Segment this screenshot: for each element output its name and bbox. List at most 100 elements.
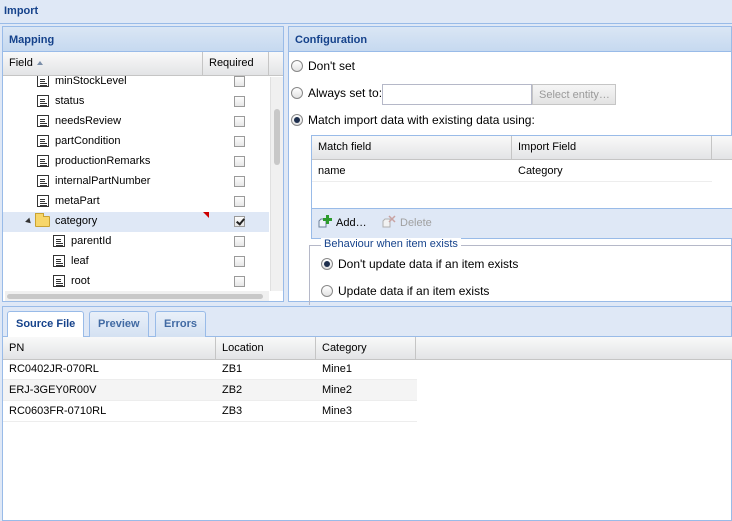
tree-row-label: productionRemarks: [55, 155, 151, 167]
import-field-cell: Category: [518, 165, 563, 177]
table-row[interactable]: RC0603FR-0710RL ZB3 Mine3: [3, 401, 417, 422]
tree-row-label: parentId: [71, 235, 112, 247]
tree-row-label: metaPart: [55, 195, 100, 207]
field-icon: [37, 135, 49, 147]
scrollbar-thumb[interactable]: [7, 294, 263, 299]
field-column-header[interactable]: Field: [3, 52, 203, 75]
folder-icon: [35, 213, 50, 227]
required-checkbox[interactable]: [234, 96, 245, 107]
field-column-label: Field: [9, 57, 33, 69]
table-row[interactable]: name Category: [312, 160, 712, 182]
location-column-header[interactable]: Location: [216, 337, 316, 359]
mapping-vertical-scrollbar[interactable]: [270, 77, 283, 291]
field-icon: [37, 175, 49, 187]
field-icon: [37, 76, 49, 87]
match-field-cell: name: [318, 165, 346, 177]
required-checkbox[interactable]: [234, 116, 245, 127]
source-panel: Source File Preview Errors PN Location C…: [2, 306, 732, 521]
sort-ascending-icon: [36, 61, 43, 66]
match-grid-header: Match field Import Field: [312, 136, 732, 160]
modified-flag-icon: [203, 212, 209, 218]
tree-row-label: category: [55, 215, 98, 227]
pn-cell: RC0402JR-070RL: [9, 363, 99, 375]
tree-row[interactable]: parentId: [3, 232, 269, 252]
field-icon: [53, 235, 65, 247]
required-checkbox[interactable]: [234, 156, 245, 167]
table-row[interactable]: RC0402JR-070RL ZB1 Mine1: [3, 359, 417, 380]
pn-cell: ERJ-3GEY0R00V: [9, 384, 97, 396]
expand-toggle-icon[interactable]: [25, 217, 33, 226]
always-set-radio[interactable]: [291, 87, 303, 99]
tree-folder-row[interactable]: category: [3, 212, 269, 232]
mapping-panel-title: Mapping: [3, 27, 283, 52]
tree-row[interactable]: leaf: [3, 252, 269, 272]
mapping-horizontal-scrollbar[interactable]: [5, 291, 269, 301]
tab-preview[interactable]: Preview: [89, 311, 149, 337]
dont-update-radio[interactable]: [321, 258, 333, 270]
required-checkbox[interactable]: [234, 136, 245, 147]
tree-row[interactable]: needsReview: [3, 112, 269, 132]
select-entity-button[interactable]: Select entity…: [532, 84, 616, 105]
tree-row-label: internalPartNumber: [55, 175, 151, 187]
source-grid-header: PN Location Category: [3, 337, 732, 360]
mapping-grid-header: Field Required: [3, 52, 283, 76]
window-title: Import: [0, 0, 732, 24]
required-checkbox[interactable]: [234, 196, 245, 207]
import-field-column-header[interactable]: Import Field: [512, 136, 712, 159]
delete-button[interactable]: Delete: [400, 217, 432, 229]
configuration-panel: Configuration Don't set Always set to: S…: [288, 26, 732, 305]
tree-row[interactable]: root: [3, 272, 269, 292]
behaviour-legend: Behaviour when item exists: [321, 238, 461, 250]
required-checkbox[interactable]: [234, 76, 245, 87]
tree-row[interactable]: internalPartNumber: [3, 172, 269, 192]
dont-set-label[interactable]: Don't set: [308, 59, 355, 73]
scrollbar-thumb[interactable]: [274, 109, 280, 165]
tree-row[interactable]: status: [3, 92, 269, 112]
tab-strip: Source File Preview Errors: [3, 307, 731, 338]
dont-update-label[interactable]: Don't update data if an item exists: [338, 257, 518, 271]
field-icon: [53, 255, 65, 267]
add-icon: [318, 215, 332, 228]
tab-source-file[interactable]: Source File: [7, 311, 85, 338]
match-fields-grid: Match field Import Field name Category A…: [311, 135, 732, 239]
location-cell: ZB3: [222, 405, 243, 417]
update-radio[interactable]: [321, 285, 333, 297]
required-checkbox[interactable]: [234, 276, 245, 287]
pn-column-header[interactable]: PN: [3, 337, 216, 359]
location-cell: ZB2: [222, 384, 243, 396]
field-icon: [37, 115, 49, 127]
update-label[interactable]: Update data if an item exists: [338, 284, 489, 298]
match-existing-label[interactable]: Match import data with existing data usi…: [308, 113, 535, 127]
category-cell: Mine2: [322, 384, 352, 396]
required-column-header[interactable]: Required: [203, 52, 269, 75]
match-grid-toolbar: Add… Delete: [312, 208, 732, 238]
tree-row-label: needsReview: [55, 115, 122, 127]
tree-row[interactable]: metaPart: [3, 192, 269, 212]
tree-row[interactable]: productionRemarks: [3, 152, 269, 172]
location-cell: ZB1: [222, 363, 243, 375]
required-checkbox[interactable]: [234, 236, 245, 247]
required-checkbox[interactable]: [234, 216, 245, 227]
add-button[interactable]: Add…: [336, 217, 367, 229]
match-field-column-header[interactable]: Match field: [312, 136, 512, 159]
tree-row-label: partCondition: [55, 135, 121, 147]
match-existing-radio[interactable]: [291, 114, 303, 126]
table-row[interactable]: ERJ-3GEY0R00V ZB2 Mine2: [3, 380, 417, 401]
category-column-header[interactable]: Category: [316, 337, 416, 359]
tree-row-label: minStockLevel: [55, 76, 127, 87]
field-icon: [37, 195, 49, 207]
field-icon: [37, 95, 49, 107]
required-checkbox[interactable]: [234, 256, 245, 267]
configuration-panel-title: Configuration: [289, 27, 731, 52]
always-set-value-input[interactable]: [382, 84, 532, 105]
mapping-tree: minStockLevel status needsReview partCondit…: [3, 76, 283, 296]
tree-row-label: leaf: [71, 255, 89, 267]
required-checkbox[interactable]: [234, 176, 245, 187]
category-cell: Mine3: [322, 405, 352, 417]
tree-row[interactable]: partCondition: [3, 132, 269, 152]
always-set-label[interactable]: Always set to:: [308, 86, 382, 100]
tree-row[interactable]: minStockLevel: [3, 76, 269, 92]
category-cell: Mine1: [322, 363, 352, 375]
tab-errors[interactable]: Errors: [155, 311, 207, 337]
dont-set-radio[interactable]: [291, 60, 303, 72]
